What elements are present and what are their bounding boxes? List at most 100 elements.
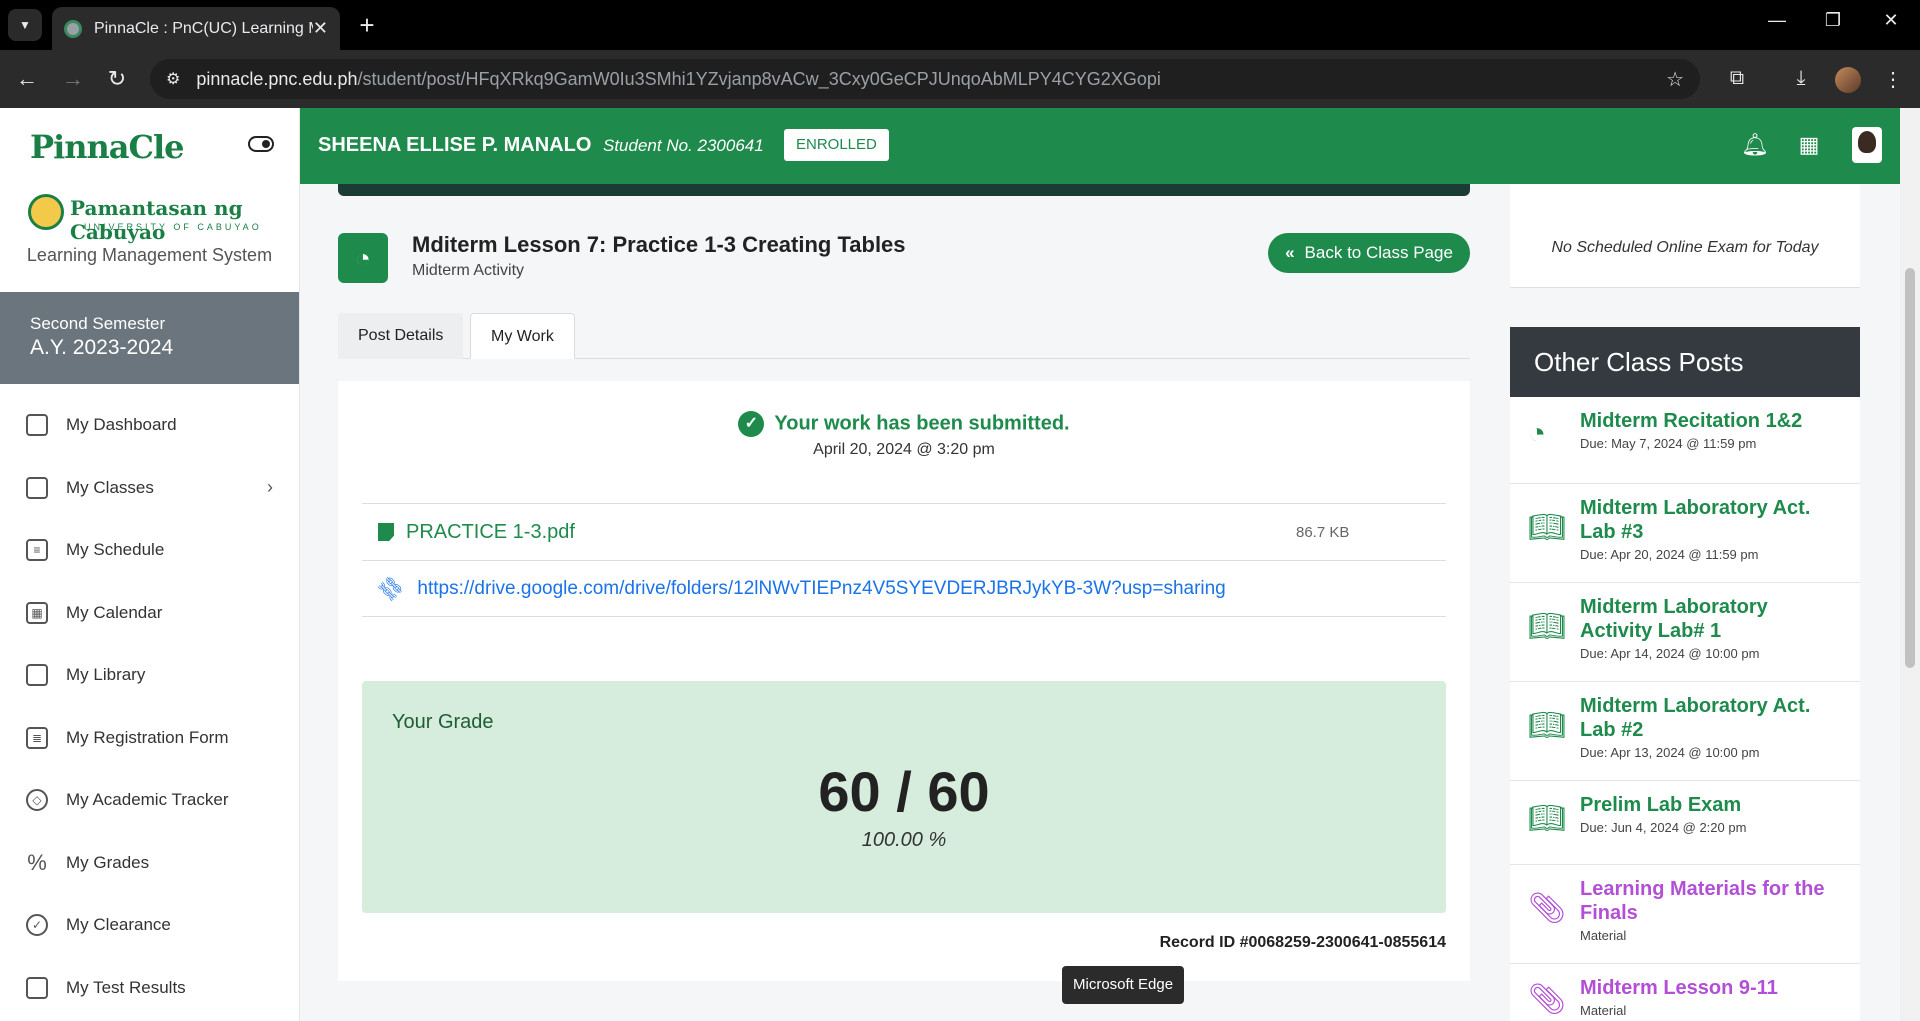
page-scrollbar[interactable] (1900, 108, 1920, 1021)
sidebar-item-label: My Library (66, 665, 146, 685)
other-posts-heading: Other Class Posts (1510, 327, 1860, 397)
list-item[interactable]: 📖︎ Midterm Laboratory Act. Lab #3 Due: A… (1510, 484, 1860, 583)
post-title[interactable]: Learning Materials for the Finals (1580, 877, 1844, 925)
check-circle-icon: ✓ (738, 411, 765, 437)
tab-my-work[interactable]: My Work (470, 313, 575, 359)
sidebar-item-clearance[interactable]: ✓ My Clearance (0, 894, 299, 957)
scrollbar-thumb[interactable] (1905, 268, 1915, 668)
list-item[interactable]: 📖︎ Midterm Laboratory Activity Lab# 1 Du… (1510, 583, 1860, 682)
browser-tab-strip: ▼ PinnaCle : PnC(UC) Learning Ma ✕ + — ❐… (0, 0, 1920, 50)
university-row: Pamantasan ng Cabuyao UNIVERSITY OF CABU… (0, 188, 299, 244)
post-title[interactable]: Prelim Lab Exam (1580, 793, 1844, 817)
app-logo[interactable]: PinnaCle (30, 128, 184, 166)
post-due: Due: May 7, 2024 @ 11:59 pm (1580, 436, 1757, 451)
dashboard-icon (26, 414, 48, 437)
file-name[interactable]: PRACTICE 1-3.pdf (406, 521, 575, 544)
chevron-right-icon: › (267, 477, 273, 498)
browser-tab[interactable]: PinnaCle : PnC(UC) Learning Ma ✕ (52, 7, 340, 50)
more-menu-icon[interactable]: ⋮ (1880, 67, 1906, 92)
paperclip-icon: 📎︎ (1528, 983, 1567, 1016)
schedule-icon: ≡ (26, 539, 48, 562)
browser-profile-avatar[interactable] (1835, 67, 1861, 93)
favicon-icon (64, 19, 82, 38)
sidebar-item-label: My Grades (66, 852, 150, 872)
post-due: Due: Apr 13, 2024 @ 10:00 pm (1580, 745, 1760, 760)
forward-arrow-icon[interactable]: → (60, 66, 86, 92)
minimize-button[interactable]: — (1762, 10, 1792, 31)
file-icon (378, 523, 394, 541)
sidebar-item-calendar[interactable]: ▦ My Calendar (0, 582, 299, 645)
calendar-icon: ▦ (26, 601, 48, 624)
university-seal-icon (28, 194, 64, 230)
pie-chart-icon: ◔ (338, 233, 388, 283)
grade-score: 60 / 60 (818, 760, 990, 823)
bookmark-star-icon[interactable]: ☆ (1666, 67, 1684, 92)
sidebar-item-registration-form[interactable]: ≣ My Registration Form (0, 707, 299, 770)
link-icon: ⛓ (374, 572, 408, 606)
semester-label: Second Semester (30, 314, 166, 333)
post-title[interactable]: Midterm Laboratory Activity Lab# 1 (1580, 595, 1844, 643)
sidebar-item-test-results[interactable]: My Test Results (0, 957, 299, 1020)
sidebar: PinnaCle Pamantasan ng Cabuyao UNIVERSIT… (0, 108, 300, 1021)
file-attachment[interactable]: PRACTICE 1-3.pdf 86.7 KB (362, 503, 1446, 560)
post-title[interactable]: Midterm Recitation 1&2 (1580, 409, 1844, 433)
grade-percent: 100.00 % (861, 829, 947, 851)
sidebar-item-schedule[interactable]: ≡ My Schedule (0, 519, 299, 582)
submitted-message: ✓ Your work has been submitted. (338, 411, 1470, 437)
my-work-panel: ✓ Your work has been submitted. April 20,… (338, 381, 1470, 981)
student-number: Student No. 2300641 (603, 136, 764, 155)
new-tab-button[interactable]: + (352, 10, 382, 40)
apps-grid-icon[interactable]: ▦ (1795, 132, 1823, 158)
site-info-icon[interactable]: ⚙ (166, 69, 180, 89)
paperclip-icon: 📎︎ (1528, 892, 1567, 925)
post-type: Midterm Activity (412, 262, 525, 279)
sidebar-item-label: My Schedule (66, 540, 165, 560)
restore-button[interactable]: ❐ (1818, 10, 1848, 31)
open-book-icon: 📖︎ (1528, 610, 1567, 643)
url-bar[interactable]: ⚙ pinnacle.pnc.edu.ph/student/post/HFqXR… (150, 59, 1700, 99)
university-subtitle: UNIVERSITY OF CABUYAO (84, 222, 262, 232)
sidebar-item-classes[interactable]: My Classes › (0, 457, 299, 520)
student-name: SHEENA ELLISE P. MANALO (318, 134, 592, 156)
sidebar-item-library[interactable]: My Library (0, 644, 299, 707)
sidebar-item-grades[interactable]: % My Grades (0, 832, 299, 895)
other-class-posts: Other Class Posts ◔ Midterm Recitation 1… (1510, 327, 1860, 1021)
sidebar-item-label: My Dashboard (66, 415, 177, 435)
url-text[interactable]: pinnacle.pnc.edu.ph/student/post/HFqXRkq… (196, 69, 1161, 90)
document-icon: ≣ (26, 726, 48, 749)
link-url[interactable]: https://drive.google.com/drive/folders/1… (417, 578, 1225, 600)
sidebar-item-label: My Clearance (66, 915, 171, 935)
reload-icon[interactable]: ↻ (104, 66, 130, 92)
close-icon[interactable]: ✕ (313, 18, 328, 39)
post-title[interactable]: Midterm Laboratory Act. Lab #3 (1580, 496, 1844, 544)
status-badge: ENROLLED (784, 129, 889, 161)
link-attachment[interactable]: ⛓ https://drive.google.com/drive/folders… (362, 560, 1446, 617)
back-arrow-icon[interactable]: ← (14, 66, 40, 92)
avatar[interactable] (1852, 127, 1882, 163)
post-title[interactable]: Midterm Lesson 9-11 (1580, 976, 1844, 1000)
tab-search-button[interactable]: ▼ (8, 9, 42, 41)
sidebar-item-dashboard[interactable]: My Dashboard (0, 394, 299, 457)
post-due: Due: Jun 4, 2024 @ 2:20 pm (1580, 820, 1747, 835)
theme-toggle-icon[interactable] (248, 136, 274, 152)
app-header: SHEENA ELLISE P. MANALO Student No. 2300… (300, 108, 1900, 184)
page-title: Mditerm Lesson 7: Practice 1-3 Creating … (412, 232, 906, 257)
window-close-button[interactable]: ✕ (1876, 10, 1906, 31)
list-item[interactable]: 📎︎ Midterm Lesson 9-11 Material (1510, 964, 1860, 1021)
list-item[interactable]: 📎︎ Learning Materials for the Finals Mat… (1510, 865, 1860, 964)
open-book-icon: 📖︎ (1528, 709, 1567, 742)
post-due: Due: Apr 14, 2024 @ 10:00 pm (1580, 646, 1760, 661)
list-item[interactable]: 📖︎ Prelim Lab Exam Due: Jun 4, 2024 @ 2:… (1510, 781, 1860, 865)
post-title[interactable]: Midterm Laboratory Act. Lab #2 (1580, 694, 1844, 742)
bell-icon[interactable]: 🔔︎ (1741, 132, 1769, 158)
tab-post-details[interactable]: Post Details (338, 313, 464, 359)
back-to-class-button[interactable]: «Back to Class Page (1268, 233, 1470, 273)
sidebar-item-academic-tracker[interactable]: ◇ My Academic Tracker (0, 769, 299, 832)
list-item[interactable]: 📖︎ Midterm Laboratory Act. Lab #2 Due: A… (1510, 682, 1860, 781)
extensions-icon[interactable]: ⧉ (1724, 67, 1750, 90)
download-icon[interactable]: ⤓ (1788, 67, 1814, 90)
open-book-icon: 📖︎ (1528, 802, 1567, 835)
open-book-icon: 📖︎ (1528, 511, 1567, 544)
attachment-list: PRACTICE 1-3.pdf 86.7 KB ⛓ https://drive… (362, 503, 1446, 617)
list-item[interactable]: ◔ Midterm Recitation 1&2 Due: May 7, 202… (1510, 397, 1860, 484)
